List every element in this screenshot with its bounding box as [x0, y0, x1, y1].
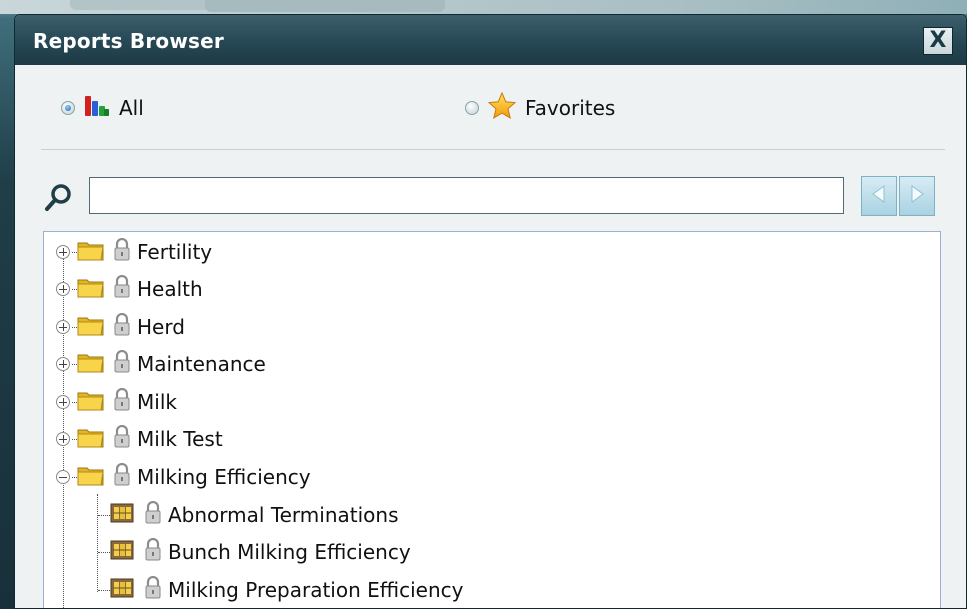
report-icon	[110, 502, 134, 528]
tree-connector	[98, 514, 110, 516]
star-icon	[487, 91, 517, 125]
tree-folder-label: Milking Efficiency	[137, 465, 311, 489]
all-filter-option[interactable]: All	[61, 93, 144, 123]
tree-folder-milking-efficiency[interactable]: Milking Efficiency	[56, 461, 311, 493]
tree-report-milking-preparation-efficiency[interactable]: Milking Preparation Efficiency	[98, 574, 463, 606]
tree-connector	[72, 251, 77, 253]
background-tab-strip	[0, 0, 967, 14]
next-button[interactable]	[899, 176, 935, 216]
dialog-title: Reports Browser	[33, 29, 224, 53]
tree-connector	[72, 401, 77, 403]
expand-icon[interactable]	[56, 395, 70, 409]
close-button[interactable]: X	[923, 27, 953, 55]
favorites-label: Favorites	[525, 96, 616, 120]
reports-tree: Fertility Health Herd Maintenance Milk M…	[43, 231, 941, 608]
tree-connector	[98, 589, 110, 591]
previous-button[interactable]	[861, 176, 897, 216]
tree-connector	[72, 438, 77, 440]
lock-icon	[113, 462, 131, 491]
expand-icon[interactable]	[56, 357, 70, 371]
folder-icon	[77, 314, 105, 340]
divider	[41, 149, 945, 150]
lock-icon	[113, 387, 131, 416]
triangle-left-icon	[870, 184, 888, 208]
expand-icon[interactable]	[56, 432, 70, 446]
tree-connector	[72, 363, 77, 365]
tree-connector	[72, 288, 77, 290]
folder-icon	[77, 426, 105, 452]
triangle-right-icon	[908, 184, 926, 208]
tree-connector	[98, 551, 110, 553]
tree-report-label: Bunch Milking Efficiency	[168, 540, 411, 564]
tree-folder-label: Milk Test	[137, 427, 223, 451]
tree-folder-label: Milk	[137, 390, 177, 414]
tree-report-label: Milking Preparation Efficiency	[168, 578, 464, 602]
tree-folder-fertility[interactable]: Fertility	[56, 236, 212, 268]
lock-icon	[113, 274, 131, 303]
tree-folder-maintenance[interactable]: Maintenance	[56, 348, 266, 380]
lock-icon	[113, 424, 131, 453]
title-bar: Reports Browser X	[15, 15, 966, 65]
search-icon	[43, 182, 75, 214]
tree-report-bunch-milking-efficiency[interactable]: Bunch Milking Efficiency	[98, 536, 411, 568]
folder-open-icon	[77, 464, 105, 490]
tree-connector	[72, 476, 77, 478]
tree-folder-label: Health	[137, 277, 203, 301]
report-icon	[110, 539, 134, 565]
lock-icon	[113, 237, 131, 266]
lock-icon	[113, 349, 131, 378]
collapse-icon[interactable]	[56, 470, 70, 484]
report-icon	[110, 577, 134, 603]
lock-icon	[113, 312, 131, 341]
reports-browser-dialog: Reports Browser X All Favorites Fertilit…	[14, 14, 967, 609]
tree-folder-label: Herd	[137, 315, 185, 339]
lock-icon	[144, 537, 162, 566]
all-radio[interactable]	[61, 101, 75, 115]
bar-chart-icon	[83, 93, 111, 123]
expand-icon[interactable]	[56, 320, 70, 334]
expand-icon[interactable]	[56, 282, 70, 296]
expand-icon[interactable]	[56, 245, 70, 259]
tree-folder-milk[interactable]: Milk	[56, 386, 177, 418]
tree-folder-health[interactable]: Health	[56, 273, 203, 305]
folder-icon	[77, 351, 105, 377]
all-label: All	[119, 96, 144, 120]
close-icon: X	[929, 28, 947, 53]
tree-folder-label: Maintenance	[137, 352, 266, 376]
tree-folder-milk-test[interactable]: Milk Test	[56, 423, 223, 455]
search-input[interactable]	[89, 177, 844, 214]
folder-icon	[77, 389, 105, 415]
favorites-filter-option[interactable]: Favorites	[465, 91, 616, 125]
tree-connector	[72, 326, 77, 328]
folder-icon	[77, 239, 105, 265]
tree-report-abnormal-terminations[interactable]: Abnormal Terminations	[98, 499, 399, 531]
lock-icon	[144, 575, 162, 604]
tree-report-label: Abnormal Terminations	[168, 503, 399, 527]
folder-icon	[77, 276, 105, 302]
favorites-radio[interactable]	[465, 101, 479, 115]
tree-folder-herd[interactable]: Herd	[56, 311, 185, 343]
background-tab	[205, 0, 445, 12]
lock-icon	[144, 500, 162, 529]
tree-folder-label: Fertility	[137, 240, 213, 264]
